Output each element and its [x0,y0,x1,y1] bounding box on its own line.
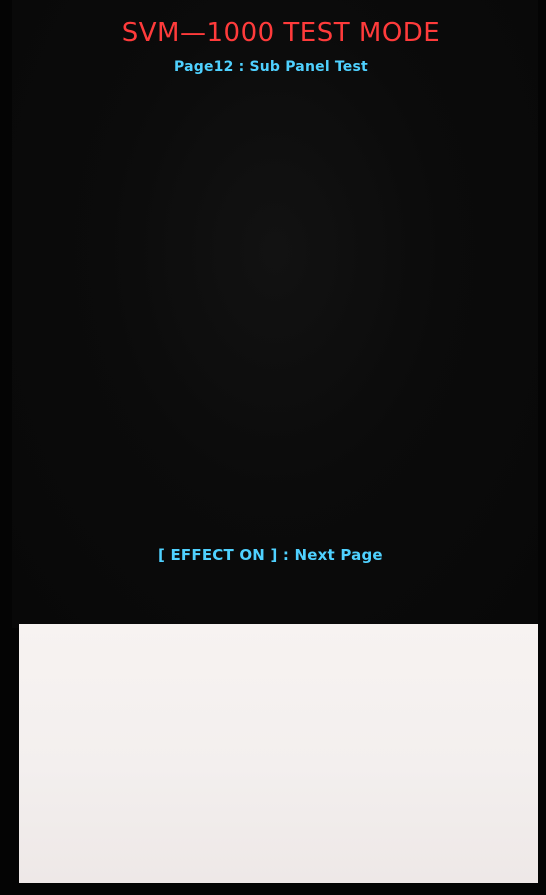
test-mode-title: SVM—1000 TEST MODE [121,18,441,48]
sub-panel-test-area [19,624,538,883]
page-subtitle: Page12 : Sub Panel Test [174,59,368,75]
device-frame: SVM—1000 TEST MODE Page12 : Sub Panel Te… [0,0,546,895]
next-page-instruction: [ EFFECT ON ] : Next Page [158,546,383,564]
test-mode-screen: SVM—1000 TEST MODE Page12 : Sub Panel Te… [12,0,538,628]
